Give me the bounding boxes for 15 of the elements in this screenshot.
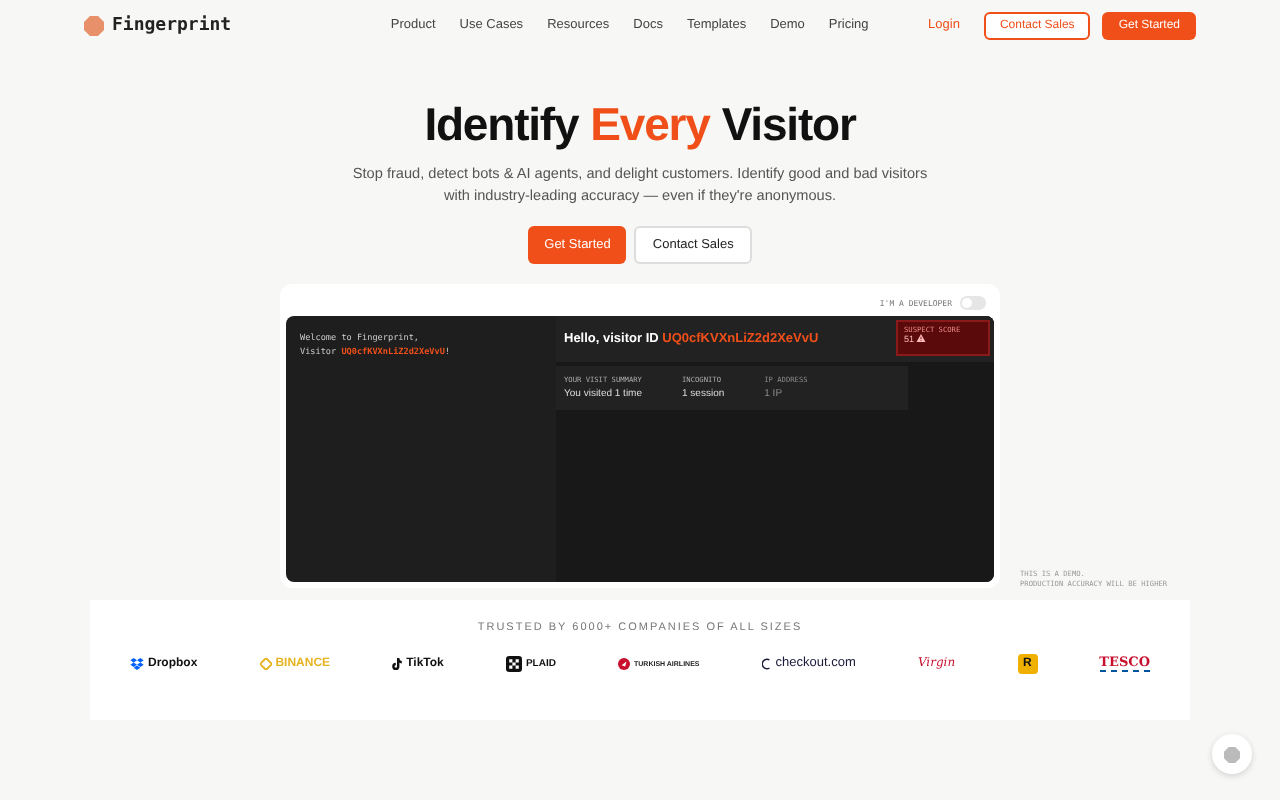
ring-logo-icon: [761, 657, 772, 670]
title-word: Visitor: [721, 98, 856, 152]
title-word: Identify: [424, 98, 579, 152]
chat-button[interactable]: [1212, 734, 1252, 774]
diamond-logo-icon: [259, 657, 272, 670]
logo-icon: [84, 15, 104, 35]
developer-toggle[interactable]: [960, 295, 986, 310]
logo-icon: [1224, 745, 1240, 763]
title-word: Every: [590, 98, 710, 152]
warning-icon: [916, 334, 927, 343]
brand-name[interactable]: Fingerprint: [112, 15, 232, 35]
note-logo-icon: [392, 657, 403, 670]
circle-logo-icon: [618, 657, 630, 670]
dropbox-logo-icon: [130, 657, 144, 670]
grid-logo-icon: [505, 655, 522, 672]
